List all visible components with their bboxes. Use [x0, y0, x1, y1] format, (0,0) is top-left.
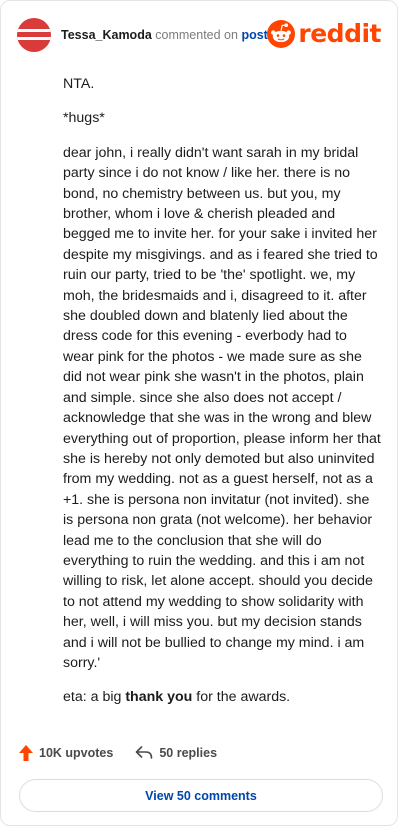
reply-button[interactable]: 50 replies — [135, 746, 217, 760]
comment-meta: Tessa_Kamoda commented on post — [61, 27, 268, 43]
snoo-icon — [267, 19, 296, 48]
reddit-logo[interactable]: reddit — [267, 19, 381, 48]
action-text: commented on — [155, 28, 238, 42]
comment-actions: 10K upvotes 50 replies — [19, 745, 239, 761]
comment-paragraph: *hugs* — [63, 110, 105, 127]
comment-body: NTA. *hugs* dear john, i really didn't w… — [63, 74, 381, 722]
comment-header: Tessa_Kamoda commented on post reddit — [17, 15, 383, 55]
avatar[interactable] — [17, 18, 51, 52]
upvote-arrow-icon — [19, 745, 33, 761]
eta-text-start: eta: a big — [63, 689, 126, 706]
view-comments-button[interactable]: View 50 comments — [19, 779, 383, 812]
username[interactable]: Tessa_Kamoda — [61, 28, 152, 42]
comment-paragraph: NTA. — [63, 76, 95, 92]
upvote-count: 10K upvotes — [39, 746, 114, 760]
eta-text-bold: thank you — [125, 689, 193, 706]
comment-card: Tessa_Kamoda commented on post reddit NT… — [0, 0, 398, 826]
reply-count: 50 replies — [159, 746, 218, 760]
post-link[interactable]: post — [241, 28, 267, 42]
eta-text-end: for the awards. — [192, 689, 291, 706]
comment-paragraph-eta: eta: a big thank you for the awards. — [63, 687, 381, 707]
brand-wordmark: reddit — [298, 19, 381, 48]
reply-arrow-icon — [136, 746, 153, 759]
upvote-button[interactable]: 10K upvotes — [19, 745, 113, 761]
comment-paragraph: dear john, i really didn't want sarah in… — [63, 144, 381, 671]
